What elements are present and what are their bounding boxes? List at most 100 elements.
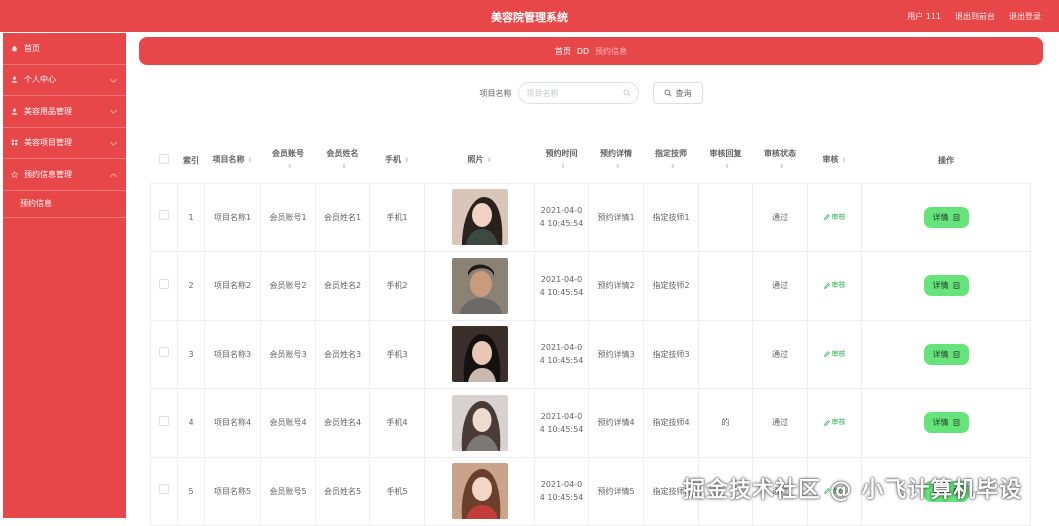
grid-icon <box>11 139 18 146</box>
sort-icon[interactable]: ⇕ <box>615 161 620 173</box>
cell-audit-status: 通过 <box>752 183 808 252</box>
logout-link[interactable]: 退出登录 <box>1009 11 1041 22</box>
cell-index: 2 <box>177 251 205 321</box>
column-header[interactable]: 预约时间 ⇕ <box>534 139 589 184</box>
cell-project-name: 项目名称1 <box>204 183 261 252</box>
row-checkbox-cell[interactable] <box>150 251 178 321</box>
document-icon <box>953 214 959 221</box>
cell-audit: 审核 <box>807 388 862 458</box>
sidebar: 首页 个人中心 美容用品管理 美容项目管理 预约信息管理 预约信息 <box>3 33 126 518</box>
search-icon <box>664 89 671 97</box>
row-checkbox-cell[interactable] <box>150 320 178 389</box>
sidebar-item-label: 美容项目管理 <box>24 138 72 148</box>
cell-member-account: 会员账号5 <box>260 457 316 526</box>
column-header[interactable]: 审核回复 ⇕ <box>698 139 753 184</box>
cell-actions: 详情 <box>861 251 1031 321</box>
chevron-up-icon <box>109 172 118 181</box>
audit-link[interactable]: 审核 <box>823 348 846 361</box>
column-header[interactable]: 审核 ⇕ <box>807 139 862 184</box>
cell-project-name: 项目名称4 <box>204 388 261 458</box>
cell-booking-time: 2021-04-0 4 10:45:54 <box>534 388 589 458</box>
sidebar-item-label: 首页 <box>24 43 40 53</box>
detail-button[interactable]: 详情 <box>923 275 969 297</box>
sort-icon[interactable]: ⇕ <box>341 161 346 173</box>
sort-icon[interactable]: ⇕ <box>724 161 729 173</box>
column-header[interactable]: 会员姓名 ⇕ <box>315 139 370 184</box>
user-icon <box>11 76 18 83</box>
row-checkbox-cell[interactable] <box>150 183 178 252</box>
audit-link[interactable]: 审核 <box>823 416 846 429</box>
search-bar: 项目名称 查询 <box>139 82 1043 104</box>
column-header[interactable]: 项目名称 ⇕ <box>204 139 261 184</box>
search-input[interactable] <box>517 82 639 104</box>
row-checkbox[interactable] <box>159 210 169 221</box>
cell-technician: 指定技师2 <box>643 251 699 321</box>
sidebar-item-booking-management[interactable]: 预约信息管理 <box>3 159 126 191</box>
cell-booking-detail: 预约详情3 <box>588 320 644 389</box>
query-button[interactable]: 查询 <box>652 82 703 104</box>
cell-audit-status: 通过 <box>752 388 808 458</box>
cell-photo <box>424 388 535 458</box>
sort-icon[interactable]: ⇕ <box>404 155 409 167</box>
sort-icon[interactable]: ⇕ <box>486 155 491 167</box>
sidebar-item-beauty-supplies[interactable]: 美容用品管理 <box>3 96 126 128</box>
row-checkbox[interactable] <box>159 278 169 289</box>
row-checkbox[interactable] <box>159 347 169 358</box>
cell-booking-time: 2021-04-0 4 10:45:54 <box>534 457 589 526</box>
cell-technician: 指定技师3 <box>643 320 699 389</box>
cell-phone: 手机2 <box>369 251 425 321</box>
sort-icon[interactable]: ⇕ <box>779 161 784 173</box>
row-checkbox-cell[interactable] <box>150 457 178 526</box>
cell-actions: 详情 <box>861 183 1031 252</box>
breadcrumb: 首页 DD 预约信息 <box>139 37 1043 65</box>
sidebar-subitem-booking-info[interactable]: 预约信息 <box>3 191 126 218</box>
detail-button[interactable]: 详情 <box>923 343 969 365</box>
document-icon <box>953 419 959 426</box>
sidebar-item-home[interactable]: 首页 <box>3 33 126 65</box>
breadcrumb-home[interactable]: 首页 <box>555 46 571 57</box>
column-header[interactable]: 审核状态 ⇕ <box>752 139 808 184</box>
column-header[interactable]: 预约详情 ⇕ <box>588 139 644 184</box>
cell-project-name: 项目名称3 <box>204 320 261 389</box>
back-to-front-link[interactable]: 退出到前台 <box>955 11 995 22</box>
cell-member-account: 会员账号4 <box>260 388 316 458</box>
cell-booking-time: 2021-04-0 4 10:45:54 <box>534 320 589 389</box>
table-row: 3 项目名称3 会员账号3 会员姓名3 手机3 2021-04-0 4 10:45… <box>150 320 1031 389</box>
app-title: 美容院管理系统 <box>491 11 568 24</box>
sidebar-item-beauty-projects[interactable]: 美容项目管理 <box>3 128 126 159</box>
column-header[interactable]: 会员账号 ⇕ <box>260 139 316 184</box>
edit-icon <box>823 351 830 357</box>
column-header[interactable]: 手机 ⇕ <box>369 139 425 184</box>
breadcrumb-separator: DD <box>576 46 590 56</box>
cell-audit-status: 通过 <box>752 251 808 321</box>
sort-icon[interactable]: ⇕ <box>841 155 846 167</box>
home-icon <box>11 45 18 52</box>
cell-index: 5 <box>177 457 205 526</box>
row-checkbox-cell[interactable] <box>150 388 178 458</box>
header-checkbox[interactable] <box>150 139 178 184</box>
audit-link[interactable]: 审核 <box>823 279 846 292</box>
cell-booking-time: 2021-04-0 4 10:45:54 <box>534 251 589 321</box>
sort-icon[interactable]: ⇕ <box>287 161 292 173</box>
cell-audit-reply: 的 <box>698 388 753 458</box>
top-bar: 美容院管理系统 用户 111 退出到前台 退出登录 <box>0 0 1059 32</box>
top-bar-actions: 用户 111 退出到前台 退出登录 <box>907 11 1041 22</box>
edit-icon <box>823 214 830 220</box>
row-checkbox[interactable] <box>159 484 169 495</box>
cell-audit-reply <box>698 183 753 252</box>
audit-link[interactable]: 审核 <box>823 211 846 224</box>
sidebar-item-personal-center[interactable]: 个人中心 <box>3 65 126 96</box>
user-icon <box>11 108 18 115</box>
sort-icon[interactable]: ⇕ <box>247 155 252 167</box>
document-icon <box>953 282 959 289</box>
column-header[interactable]: 照片 ⇕ <box>424 139 535 184</box>
sort-icon[interactable]: ⇕ <box>670 161 675 173</box>
select-all-checkbox[interactable] <box>159 153 169 164</box>
cell-project-name: 项目名称2 <box>204 251 261 321</box>
detail-button[interactable]: 详情 <box>923 412 969 434</box>
sort-icon[interactable]: ⇕ <box>560 161 565 173</box>
column-header[interactable]: 指定技师 ⇕ <box>643 139 699 184</box>
row-checkbox[interactable] <box>159 415 169 426</box>
detail-button[interactable]: 详情 <box>923 206 969 228</box>
member-photo <box>451 189 508 246</box>
